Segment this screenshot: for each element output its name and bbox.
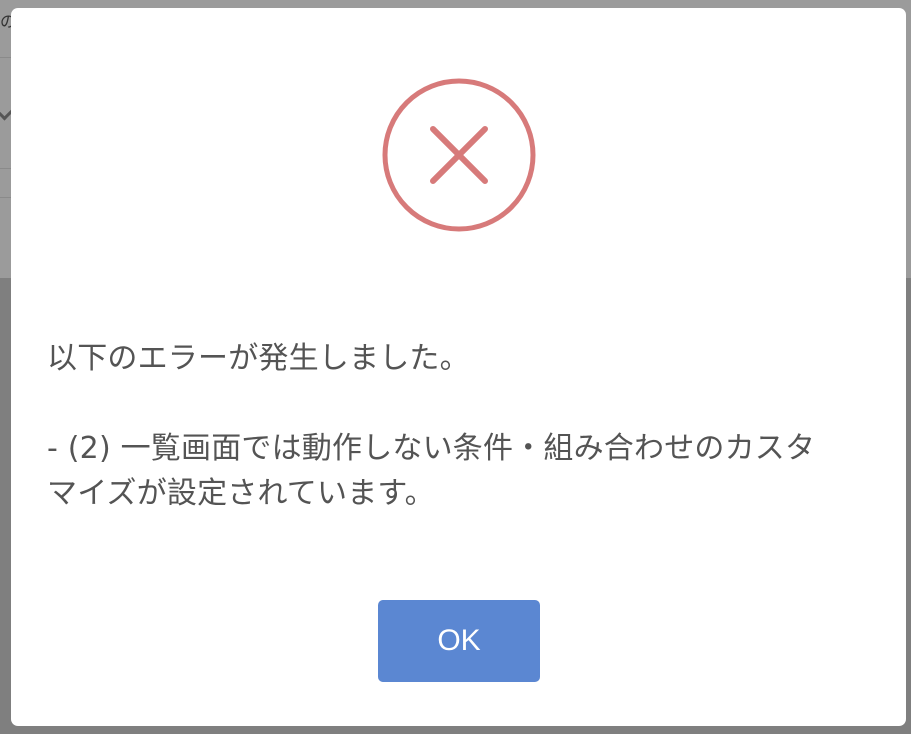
error-message-detail-line1: - (2) 一覧画面では動作しない条件・組み合わせのカスタ (47, 431, 816, 466)
error-message: 以下のエラーが発生しました。 - (2) 一覧画面では動作しない条件・組み合わせ… (47, 336, 877, 516)
ok-button[interactable]: OK (378, 600, 540, 682)
error-message-title: 以下のエラーが発生しました。 (47, 341, 470, 376)
error-x-circle-icon (382, 78, 536, 232)
error-dialog: 以下のエラーが発生しました。 - (2) 一覧画面では動作しない条件・組み合わせ… (11, 8, 906, 726)
message-spacer (47, 381, 877, 426)
error-message-detail-line2: マイズが設定されています。 (47, 476, 435, 511)
